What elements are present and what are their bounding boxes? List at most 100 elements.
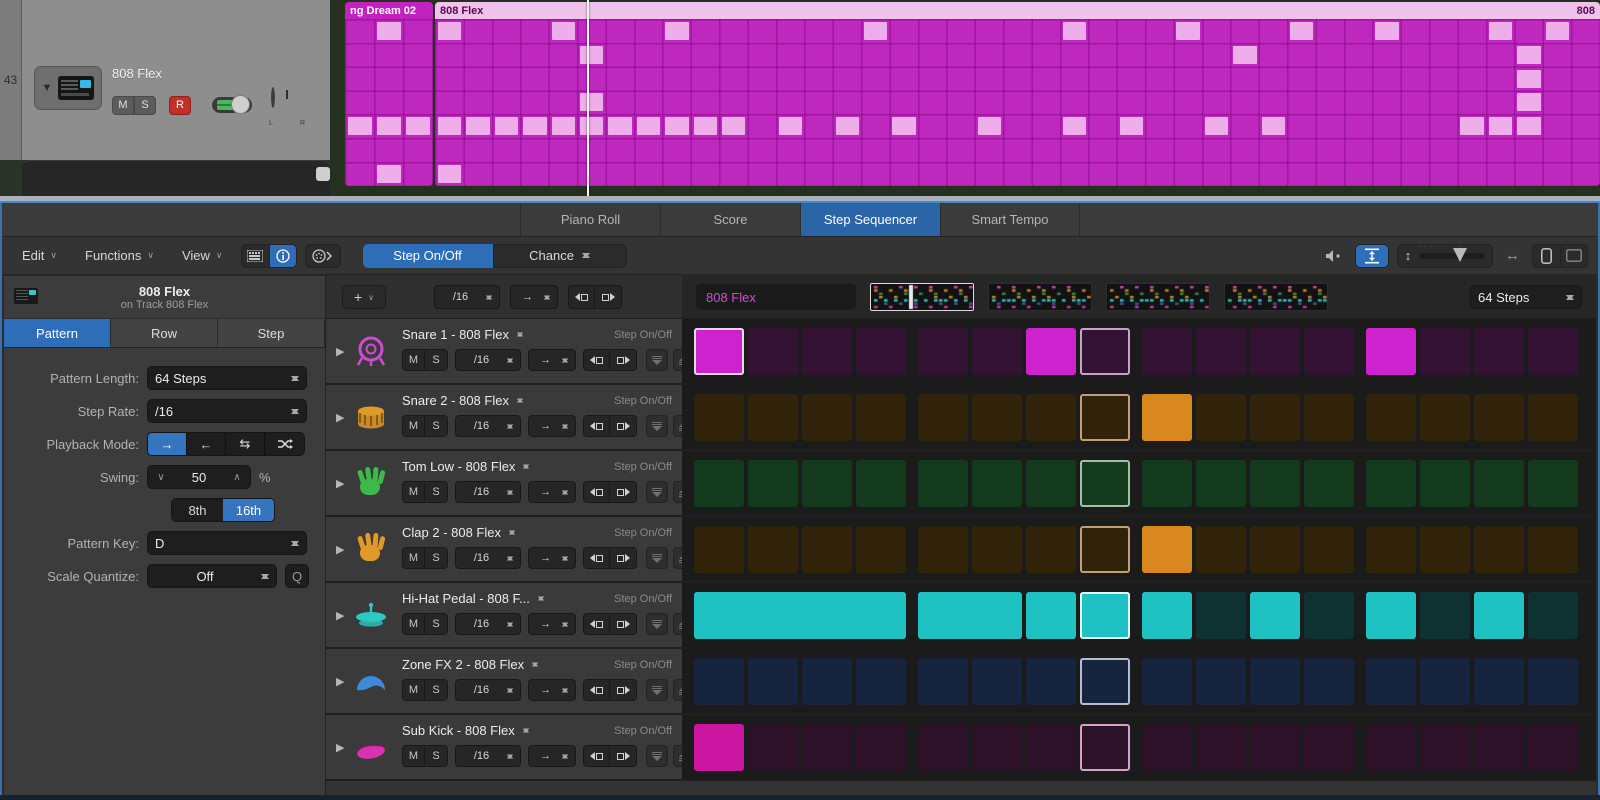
step-cell-6[interactable] <box>972 724 1022 771</box>
step-cell-8[interactable] <box>1080 460 1130 507</box>
step-cell-9[interactable] <box>1142 526 1192 573</box>
row-nudge-left-button[interactable] <box>584 548 610 568</box>
step-cell-1[interactable] <box>694 526 744 573</box>
step-cell-10[interactable] <box>1196 460 1246 507</box>
step-cell-1[interactable] <box>694 394 744 441</box>
velocity-down-button[interactable] <box>646 349 668 371</box>
inspector-info-button[interactable] <box>269 244 297 268</box>
step-cell-14[interactable] <box>1420 526 1470 573</box>
step-cell-8[interactable] <box>1080 328 1130 375</box>
step-cell-1-4[interactable] <box>694 592 906 639</box>
step-cell-4[interactable] <box>856 460 906 507</box>
row-header[interactable]: ▶ Tom Low - 808 Flex Step On/Off M S /16… <box>326 451 682 515</box>
row-direction-select[interactable]: → <box>528 415 576 437</box>
row-mute-button[interactable]: M <box>403 614 425 634</box>
step-cell-10[interactable] <box>1196 658 1246 705</box>
step-cell-8[interactable] <box>1080 394 1130 441</box>
step-cell-10[interactable] <box>1196 328 1246 375</box>
step-cell-5[interactable] <box>918 526 968 573</box>
step-cell-5[interactable] <box>918 658 968 705</box>
row-nudge-left-button[interactable] <box>584 614 610 634</box>
step-cell-14[interactable] <box>1420 658 1470 705</box>
velocity-down-button[interactable] <box>646 547 668 569</box>
step-cell-12[interactable] <box>1304 460 1354 507</box>
track-header[interactable]: ▼ 808 Flex M S R L R <box>22 0 330 160</box>
inspector-tab-pattern[interactable]: Pattern <box>4 319 111 347</box>
step-cell-4[interactable] <box>856 658 906 705</box>
step-cell-14[interactable] <box>1420 328 1470 375</box>
row-disclosure-icon[interactable]: ▶ <box>336 543 344 556</box>
step-cell-7[interactable] <box>1026 328 1076 375</box>
row-name[interactable]: Tom Low - 808 Flex <box>402 459 515 474</box>
row-disclosure-icon[interactable]: ▶ <box>336 609 344 622</box>
record-enable-button[interactable]: R <box>169 96 191 115</box>
step-cell-4[interactable] <box>856 526 906 573</box>
step-cell-1[interactable] <box>694 724 744 771</box>
step-cell-13[interactable] <box>1366 724 1416 771</box>
step-cell-13[interactable] <box>1366 658 1416 705</box>
step-cell-16[interactable] <box>1528 460 1578 507</box>
row-disclosure-icon[interactable]: ▶ <box>336 411 344 424</box>
step-cell-15[interactable] <box>1474 724 1524 771</box>
pattern-key-select[interactable]: D <box>147 531 307 555</box>
step-cell-12[interactable] <box>1304 592 1354 639</box>
step-cell-15[interactable] <box>1474 592 1524 639</box>
step-cell-2[interactable] <box>748 460 798 507</box>
step-cell-5[interactable] <box>918 394 968 441</box>
pattern-thumbnail-1[interactable] <box>870 283 974 311</box>
playback-mode-random-button[interactable] <box>265 433 304 455</box>
step-cell-12[interactable] <box>1304 394 1354 441</box>
row-rate-select[interactable]: /16 <box>455 481 521 503</box>
inspector-tab-step[interactable]: Step <box>218 319 325 347</box>
pattern-name-field[interactable]: 808 Flex <box>696 284 856 310</box>
region-ng-dream-02[interactable]: ng Dream 02 <box>345 2 433 186</box>
row-solo-button[interactable]: S <box>425 548 447 568</box>
row-mute-button[interactable]: M <box>403 350 425 370</box>
playback-mode-forward-button[interactable]: → <box>148 433 187 455</box>
step-cell-16[interactable] <box>1528 592 1578 639</box>
step-cell-14[interactable] <box>1420 460 1470 507</box>
row-header[interactable]: ▶ Hi-Hat Pedal - 808 F... Step On/Off M … <box>326 583 682 647</box>
row-rate-select[interactable]: /16 <box>455 349 521 371</box>
step-cell-10[interactable] <box>1196 592 1246 639</box>
inspector-tab-row[interactable]: Row <box>111 319 218 347</box>
pan-knob[interactable]: L R <box>271 89 305 123</box>
step-cell-6[interactable] <box>972 526 1022 573</box>
edit-menu[interactable]: Edit∨ <box>12 243 67 268</box>
song-playhead[interactable] <box>587 0 589 196</box>
step-cell-3[interactable] <box>802 526 852 573</box>
track-onoff-toggle[interactable] <box>212 97 252 113</box>
step-cell-3[interactable] <box>802 658 852 705</box>
pattern-length-select[interactable]: 64 Steps <box>147 366 307 390</box>
step-cell-7[interactable] <box>1026 460 1076 507</box>
step-onoff-mode-button[interactable]: Step On/Off <box>363 244 493 268</box>
row-nudge-right-button[interactable] <box>610 350 636 370</box>
row-direction-select[interactable]: → <box>528 613 576 635</box>
row-mute-button[interactable]: M <box>403 680 425 700</box>
step-cell-5[interactable] <box>918 724 968 771</box>
step-cell-6[interactable] <box>972 328 1022 375</box>
row-direction-select[interactable]: → <box>528 547 576 569</box>
step-cell-3[interactable] <box>802 460 852 507</box>
step-cell-11[interactable] <box>1250 724 1300 771</box>
step-cell-2[interactable] <box>748 526 798 573</box>
row-step-grid[interactable] <box>682 649 1596 713</box>
collapsed-view-button[interactable] <box>1532 244 1560 268</box>
row-step-grid[interactable] <box>682 583 1596 647</box>
row-rate-select[interactable]: /16 <box>455 613 521 635</box>
disclosure-triangle-icon[interactable]: ▼ <box>42 82 53 94</box>
row-direction-select[interactable]: → <box>528 745 576 767</box>
step-cell-10[interactable] <box>1196 724 1246 771</box>
row-nudge-right-button[interactable] <box>610 548 636 568</box>
region-808-flex[interactable]: 808 Flex808 <box>435 2 1600 186</box>
step-cell-6[interactable] <box>972 460 1022 507</box>
step-cell-11[interactable] <box>1250 328 1300 375</box>
visible-steps-select[interactable]: 64 Steps <box>1470 285 1582 309</box>
row-name[interactable]: Hi-Hat Pedal - 808 F... <box>402 591 530 606</box>
step-cell-9[interactable] <box>1142 460 1192 507</box>
step-cell-2[interactable] <box>748 394 798 441</box>
step-cell-16[interactable] <box>1528 394 1578 441</box>
step-cell-16[interactable] <box>1528 724 1578 771</box>
step-cell-8[interactable] <box>1080 526 1130 573</box>
row-solo-button[interactable]: S <box>425 350 447 370</box>
